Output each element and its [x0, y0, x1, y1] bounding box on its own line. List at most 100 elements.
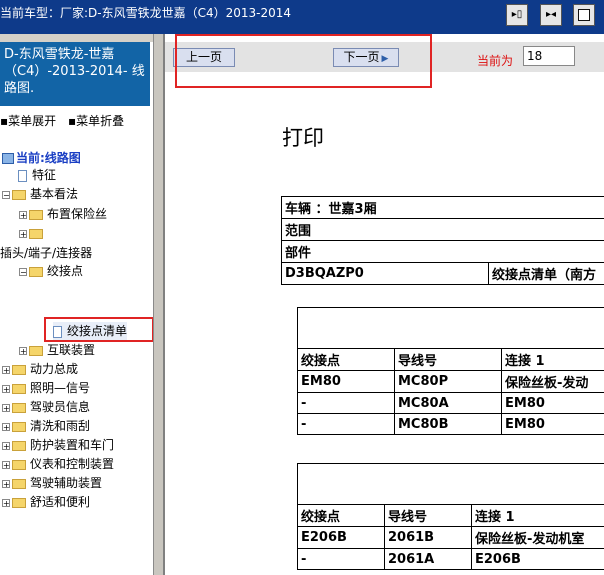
expand-icon[interactable]: +: [2, 422, 10, 431]
expand-menu-button[interactable]: ▪ 菜单展开: [0, 112, 56, 129]
folder-icon: [12, 478, 26, 489]
tree-item-lighting[interactable]: + 照明—信号: [2, 379, 90, 397]
table-row: EM80 MC80P 保险丝板-发动: [297, 370, 604, 393]
header-cell: 导线号: [394, 348, 502, 371]
collapse-icon[interactable]: −: [2, 190, 10, 199]
tree-item-splices[interactable]: − 绞接点: [19, 262, 83, 280]
tree-item-basic-views[interactable]: − 基本看法: [2, 185, 78, 203]
tree-label: 插头/端子/连接器: [0, 246, 93, 260]
tree-label: 互联装置: [47, 343, 96, 357]
model-header: D-东风雪铁龙-世嘉 （C4）-2013-2014- 线 路图.: [0, 42, 150, 106]
collapse-menu-label: 菜单折叠: [76, 114, 125, 128]
splice-table-2: 绞接点 导线号 连接 1 E206B 2061B 保险丝板-发动机室 - 206…: [297, 463, 604, 570]
table-row: E206B 2061B 保险丝板-发动机室: [297, 526, 604, 549]
tree-label: 布置保险丝: [47, 207, 108, 221]
list-name-cell: 绞接点清单（南方: [488, 262, 604, 285]
selection-highlight-box: [44, 317, 153, 342]
folder-icon: [29, 345, 43, 356]
table-row: 车辆 ：世嘉3厢: [281, 196, 604, 219]
tree-label: 驾驶员信息: [30, 400, 91, 414]
table-cell: MC80B: [394, 413, 502, 435]
table-row: - MC80B EM80: [297, 413, 604, 435]
tree-label: 仪表和控制装置: [30, 457, 115, 471]
table-row: [297, 307, 604, 349]
table-cell: 2061A: [384, 548, 472, 570]
expand-icon[interactable]: +: [2, 460, 10, 469]
range-cell: 范围: [281, 218, 604, 241]
expand-icon[interactable]: +: [19, 346, 27, 355]
fullscreen-button[interactable]: [573, 4, 595, 26]
single-page-view-button[interactable]: ▸▯: [506, 4, 528, 26]
tree-label: 动力总成: [30, 362, 79, 376]
square-bullet-icon: ▪: [0, 114, 9, 128]
tree-item-driver-info[interactable]: + 驾驶员信息: [2, 398, 90, 416]
expand-icon[interactable]: +: [2, 384, 10, 393]
vehicle-info-table: 车辆 ：世嘉3厢 范围 部件 D3BQAZP0 绞接点清单（南方: [281, 196, 604, 285]
tree-item-fuse-layout[interactable]: + 布置保险丝: [19, 205, 107, 223]
collapse-menu-button[interactable]: ▪ 菜单折叠: [68, 112, 124, 129]
tree-label: 清洗和雨刮: [30, 419, 91, 433]
two-page-icon: ▸◂: [545, 9, 557, 20]
table-cell: -: [297, 548, 385, 570]
table-header-row: 绞接点 导线号 连接 1: [297, 348, 604, 371]
tree-item-features[interactable]: 特征: [18, 166, 56, 184]
table-cell: -: [297, 413, 395, 435]
folder-icon: [12, 383, 26, 394]
tree-root-current[interactable]: 当前:线路图: [2, 149, 81, 167]
pane-splitter[interactable]: [153, 34, 163, 575]
document-pane: 上一页 下一页▶ 当前为 打印 车辆 ：世嘉3厢 范围 部件 D3BQAZP0 …: [163, 34, 604, 575]
left-navigation-pane: D-东风雪铁龙-世嘉 （C4）-2013-2014- 线 路图. ▪ 菜单展开 …: [0, 42, 153, 575]
menu-toggle-bar: ▪ 菜单展开 ▪ 菜单折叠: [0, 112, 153, 130]
table-row: - MC80A EM80: [297, 392, 604, 414]
expand-icon[interactable]: +: [2, 441, 10, 450]
expand-icon[interactable]: +: [2, 479, 10, 488]
table-cell: EM80: [501, 392, 604, 414]
folder-icon: [12, 364, 26, 375]
model-header-line-3: 路图.: [4, 81, 35, 96]
vehicle-cell: 车辆 ：世嘉3厢: [281, 196, 604, 219]
table-row: 范围: [281, 218, 604, 241]
square-bullet-icon: ▪: [67, 114, 77, 128]
model-header-line-1: D-东风雪铁龙-世嘉: [4, 47, 115, 62]
code-cell: D3BQAZP0: [281, 262, 489, 285]
current-page-input[interactable]: [523, 46, 575, 66]
tree-item-unnamed[interactable]: +: [19, 224, 47, 242]
table-header-row: 绞接点 导线号 连接 1: [297, 504, 604, 527]
folder-icon: [12, 459, 26, 470]
component-cell: 部件: [281, 240, 604, 263]
tree-item-comfort[interactable]: + 舒适和便利: [2, 493, 90, 511]
tree-item-connectors[interactable]: 插头/端子/连接器: [0, 244, 92, 262]
folder-icon: [12, 421, 26, 432]
tree-item-driving-aids[interactable]: + 驾驶辅助装置: [2, 474, 102, 492]
expand-icon[interactable]: +: [2, 403, 10, 412]
table-cell: 2061B: [384, 526, 472, 549]
tree-item-powertrain[interactable]: + 动力总成: [2, 360, 78, 378]
document-icon: [18, 169, 27, 182]
nav-highlight-box: [175, 34, 432, 88]
collapse-icon[interactable]: −: [19, 267, 27, 276]
table-cell: EM80: [501, 413, 604, 435]
model-header-line-2: （C4）-2013-2014- 线: [4, 64, 145, 79]
tree-item-protection-doors[interactable]: + 防护装置和车门: [2, 436, 114, 454]
tree-label: 驾驶辅助装置: [30, 476, 103, 490]
header-cell: 绞接点: [297, 348, 395, 371]
tree-item-instruments[interactable]: + 仪表和控制装置: [2, 455, 114, 473]
table-row: - 2061A E206B: [297, 548, 604, 570]
expand-icon[interactable]: +: [19, 229, 27, 238]
two-page-view-button[interactable]: ▸◂: [540, 4, 562, 26]
fullscreen-icon: [578, 9, 590, 21]
expand-icon[interactable]: +: [19, 210, 27, 219]
header-cell: 绞接点: [297, 504, 385, 527]
table-row: D3BQAZP0 绞接点清单（南方: [281, 262, 604, 285]
tree-item-wash-wipe[interactable]: + 清洗和雨刮: [2, 417, 90, 435]
expand-icon[interactable]: +: [2, 498, 10, 507]
table-cell: E206B: [471, 548, 604, 570]
splice-table-1: 绞接点 导线号 连接 1 EM80 MC80P 保险丝板-发动 - MC80A …: [297, 307, 604, 435]
table-cell: 保险丝板-发动机室: [471, 526, 604, 549]
computer-icon: [2, 153, 14, 164]
folder-icon: [12, 440, 26, 451]
folder-icon: [12, 189, 26, 200]
tree-item-interconnect[interactable]: + 互联装置: [19, 341, 95, 359]
folder-icon: [12, 402, 26, 413]
expand-icon[interactable]: +: [2, 365, 10, 374]
